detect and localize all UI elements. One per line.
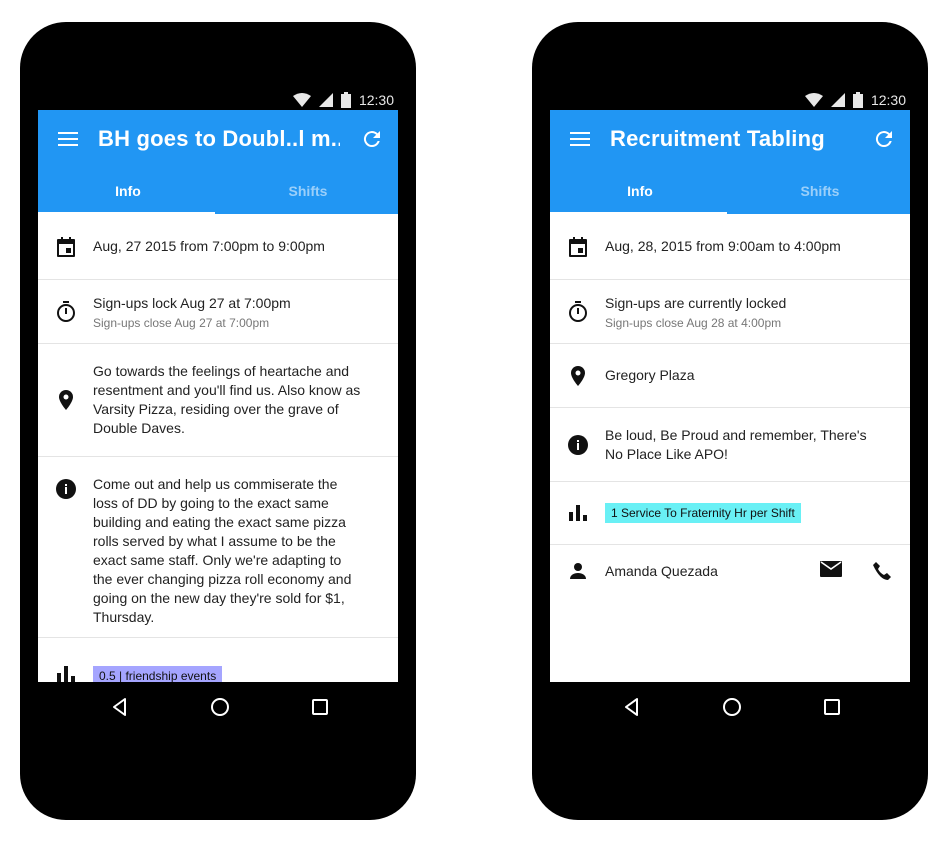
bar-chart-icon (56, 666, 75, 682)
event-datetime: Aug, 28, 2015 from 9:00am to 4:00pm (605, 238, 841, 254)
tab-info[interactable]: Info (550, 168, 730, 214)
nav-bar (20, 682, 416, 732)
signup-row: Sign-ups lock Aug 27 at 7:00pm Sign-ups … (38, 280, 398, 344)
tab-shifts[interactable]: Shifts (730, 168, 910, 214)
menu-icon (58, 132, 78, 146)
menu-button[interactable] (38, 110, 98, 168)
status-time: 12:30 (358, 92, 394, 108)
recents-icon[interactable] (820, 695, 844, 719)
timer-icon (56, 300, 75, 322)
credit-badge: 0.5 | friendship events (93, 666, 223, 682)
back-icon[interactable] (620, 695, 644, 719)
home-icon[interactable] (720, 695, 744, 719)
bar-chart-icon (568, 505, 587, 521)
email-icon[interactable] (820, 561, 842, 577)
calendar-icon (56, 236, 75, 257)
calendar-icon (568, 236, 587, 257)
signup-close-text: Sign-ups close Aug 27 at 7:00pm (93, 315, 270, 330)
contact-row: Amanda Quezada (550, 545, 910, 597)
contact-name: Amanda Quezada (605, 562, 718, 579)
screen: Recruitment Tabling Info Shifts Aug, 28,… (550, 110, 910, 682)
status-bar: 12:30 (804, 90, 906, 110)
info-icon (55, 479, 76, 499)
tab-indicator (38, 212, 215, 214)
app-bar: BH goes to Doubl..l m.. Info Shifts (38, 110, 398, 214)
event-datetime: Aug, 27 2015 from 7:00pm to 9:00pm (93, 238, 325, 254)
signup-lock-text: Sign-ups are currently locked (605, 294, 787, 311)
wifi-icon (804, 93, 823, 107)
toolbar: BH goes to Doubl..l m.. (38, 110, 398, 168)
description-text: Be loud, Be Proud and remember, There's … (605, 426, 867, 462)
info-icon (567, 434, 588, 455)
signup-row: Sign-ups are currently locked Sign-ups c… (550, 280, 910, 344)
description-text: Come out and help us commiserate the los… (93, 476, 352, 625)
description-row: Be loud, Be Proud and remember, There's … (550, 408, 910, 482)
timer-icon (568, 300, 587, 322)
home-icon[interactable] (208, 695, 232, 719)
nav-bar (532, 682, 928, 732)
refresh-icon[interactable] (360, 127, 384, 151)
screen: BH goes to Doubl..l m.. Info Shifts Aug,… (38, 110, 398, 682)
page-title: BH goes to Doubl..l m.. (98, 126, 340, 151)
refresh-icon[interactable] (872, 127, 896, 151)
status-bar: 12:30 (292, 90, 394, 110)
tab-bar: Info Shifts (38, 168, 398, 214)
tab-bar: Info Shifts (550, 168, 910, 214)
description-row: Come out and help us commiserate the los… (38, 457, 398, 638)
status-time: 12:30 (870, 92, 906, 108)
location-icon (570, 365, 585, 386)
battery-icon (852, 92, 863, 108)
recents-icon[interactable] (308, 695, 332, 719)
credit-badge: 1 Service To Fraternity Hr per Shift (605, 503, 801, 523)
signal-icon (318, 93, 333, 107)
location-text: Gregory Plaza (605, 367, 695, 383)
signup-close-text: Sign-ups close Aug 28 at 4:00pm (605, 315, 782, 330)
location-icon (58, 390, 73, 410)
credit-row: 0.5 | friendship events (38, 638, 398, 682)
page-title: Recruitment Tabling (610, 126, 825, 151)
toolbar: Recruitment Tabling (550, 110, 910, 168)
app-bar: Recruitment Tabling Info Shifts (550, 110, 910, 214)
back-icon[interactable] (108, 695, 132, 719)
datetime-row: Aug, 28, 2015 from 9:00am to 4:00pm (550, 214, 910, 280)
phone-right: 12:30 Recruitment Tabling Info Shifts Au… (532, 22, 928, 820)
datetime-row: Aug, 27 2015 from 7:00pm to 9:00pm (38, 214, 398, 280)
battery-icon (340, 92, 351, 108)
phone-left: 12:30 BH goes to Doubl..l m.. Info Shift… (20, 22, 416, 820)
credit-row: 1 Service To Fraternity Hr per Shift (550, 482, 910, 545)
wifi-icon (292, 93, 311, 107)
signal-icon (830, 93, 845, 107)
tab-shifts[interactable]: Shifts (218, 168, 398, 214)
location-text: Go towards the feelings of heartache and… (93, 363, 361, 436)
contact-actions (820, 561, 892, 581)
tab-indicator (550, 212, 727, 214)
location-row: Gregory Plaza (550, 344, 910, 408)
menu-icon (570, 132, 590, 146)
signup-lock-text: Sign-ups lock Aug 27 at 7:00pm (93, 294, 291, 311)
tab-info[interactable]: Info (38, 168, 218, 214)
menu-button[interactable] (550, 110, 610, 168)
location-row: Go towards the feelings of heartache and… (38, 344, 398, 457)
person-icon (569, 563, 586, 579)
phone-icon[interactable] (872, 561, 892, 581)
